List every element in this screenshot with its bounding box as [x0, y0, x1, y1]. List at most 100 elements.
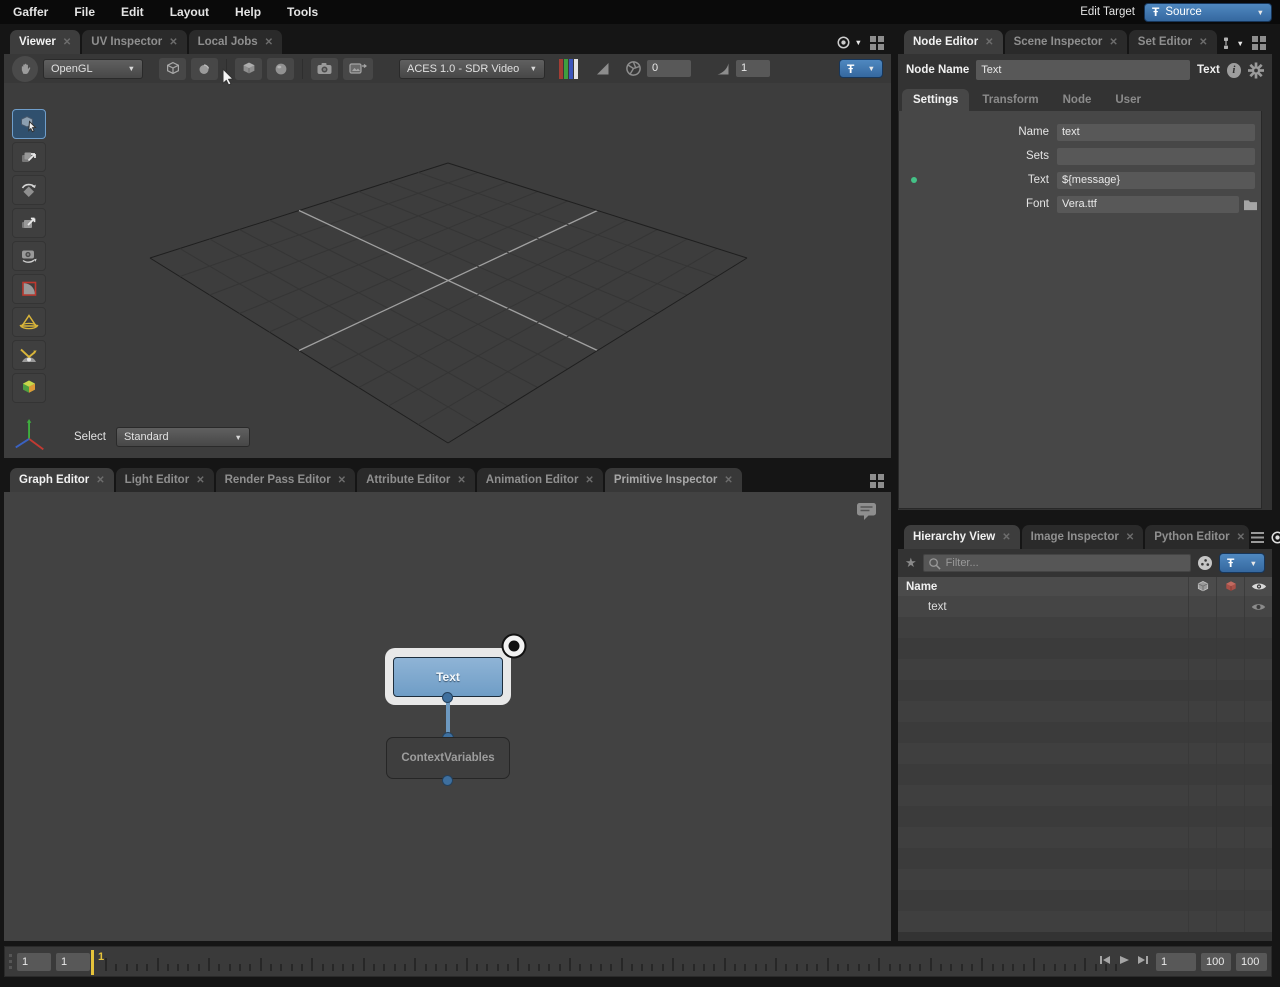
node-text[interactable]: Text — [393, 657, 503, 697]
tab-image-inspector[interactable]: Image Inspector✕ — [1022, 525, 1144, 549]
playhead[interactable] — [91, 950, 94, 975]
node-editor-mode-button[interactable]: ▼ — [1219, 37, 1244, 50]
layout-grid-icon[interactable] — [870, 36, 884, 50]
scene-focus-button[interactable]: ▼ — [1270, 530, 1280, 545]
rotate-tool-button[interactable] — [12, 175, 46, 205]
focus-indicator-icon[interactable] — [499, 631, 529, 661]
camera-settings-button[interactable] — [311, 58, 338, 80]
tab-transform[interactable]: Transform — [971, 89, 1049, 111]
hierarchy-row-text[interactable]: text — [898, 596, 1272, 617]
end-frame-field[interactable]: 100 — [1236, 953, 1267, 971]
graph-canvas[interactable]: Text ContextVariables — [4, 492, 891, 941]
close-icon[interactable]: ✕ — [169, 37, 177, 48]
info-icon[interactable]: i — [1227, 63, 1241, 78]
crop-window-tool-button[interactable] — [12, 274, 46, 304]
sets-field[interactable] — [1057, 148, 1255, 165]
renderer-dropdown[interactable]: OpenGL ▼ — [43, 59, 143, 79]
close-icon[interactable]: ✕ — [724, 475, 732, 486]
select-tool-button[interactable] — [12, 109, 46, 139]
close-icon[interactable]: ✕ — [63, 37, 71, 48]
play-icon[interactable] — [1118, 954, 1130, 966]
tab-attribute-editor[interactable]: Attribute Editor✕ — [357, 468, 475, 492]
close-icon[interactable]: ✕ — [585, 475, 593, 486]
layout-grid-icon[interactable] — [1252, 36, 1266, 50]
folder-icon[interactable] — [1243, 198, 1258, 211]
camera-tool-button[interactable] — [12, 241, 46, 271]
pan-tool-button[interactable] — [12, 56, 38, 82]
select-mode-dropdown[interactable]: Standard ▼ — [116, 427, 250, 447]
menu-tools[interactable]: Tools — [274, 5, 331, 19]
shading-mode-button[interactable] — [191, 58, 218, 80]
translate-tool-button[interactable] — [12, 142, 46, 172]
drawing-mode-button[interactable] — [159, 58, 186, 80]
tab-node-editor[interactable]: Node Editor✕ — [904, 30, 1003, 54]
tab-settings[interactable]: Settings — [902, 89, 969, 111]
menu-icon[interactable] — [1251, 532, 1264, 543]
tab-animation-editor[interactable]: Animation Editor✕ — [477, 468, 603, 492]
close-icon[interactable]: ✕ — [196, 475, 204, 486]
viewport-3d[interactable]: Select Standard ▼ — [4, 83, 891, 458]
tab-local-jobs[interactable]: Local Jobs✕ — [189, 30, 282, 54]
timeline-ruler[interactable] — [5, 947, 1115, 978]
tab-uv-inspector[interactable]: UV Inspector✕ — [82, 30, 186, 54]
column-visibility[interactable] — [1244, 577, 1272, 596]
range-start-field[interactable]: 1 — [1156, 953, 1196, 971]
range-end-field[interactable]: 100 — [1201, 953, 1231, 971]
node-name-field[interactable]: Text — [976, 60, 1190, 80]
filter-input[interactable] — [923, 554, 1191, 572]
cell-visibility[interactable] — [1244, 596, 1272, 617]
light-tool-button[interactable] — [12, 307, 46, 337]
display-transform-dropdown[interactable]: ACES 1.0 - SDR Video ▼ — [399, 59, 545, 79]
rgb-channels-icon[interactable] — [559, 59, 579, 79]
tab-python-editor[interactable]: Python Editor✕ — [1145, 525, 1249, 549]
name-field[interactable]: text — [1057, 124, 1255, 141]
bookmark-star-icon[interactable]: ★ — [905, 555, 917, 571]
menu-file[interactable]: File — [61, 5, 108, 19]
column-inclusions[interactable] — [1188, 577, 1216, 596]
viewer-pin-dropdown[interactable]: Ŧ ▼ — [839, 59, 883, 78]
node-context-output-plug[interactable] — [442, 775, 453, 786]
skip-to-end-icon[interactable] — [1137, 954, 1149, 966]
tab-hierarchy-view[interactable]: Hierarchy View✕ — [904, 525, 1020, 549]
gamma-field[interactable]: 1 — [736, 60, 770, 77]
tab-light-editor[interactable]: Light Editor✕ — [116, 468, 214, 492]
hierarchy-pin-dropdown[interactable]: Ŧ ▼ — [1219, 553, 1265, 573]
exposure-field[interactable]: 0 — [647, 60, 691, 77]
column-name[interactable]: Name — [898, 577, 1188, 596]
layout-grid-icon[interactable] — [870, 474, 884, 488]
image-comparison-button[interactable] — [343, 58, 373, 80]
tab-scene-inspector[interactable]: Scene Inspector✕ — [1005, 30, 1127, 54]
look-through-button[interactable]: ▼ — [836, 35, 862, 50]
close-icon[interactable]: ✕ — [1199, 37, 1207, 48]
edit-target-dropdown[interactable]: Ŧ Source ▼ — [1144, 3, 1272, 22]
text-field[interactable]: ${message} — [1057, 172, 1255, 189]
tab-user[interactable]: User — [1104, 89, 1152, 111]
tab-primitive-inspector[interactable]: Primitive Inspector✕ — [605, 468, 742, 492]
sphere-mode-button[interactable] — [267, 58, 294, 80]
gamma-icon[interactable] — [715, 61, 731, 77]
light-position-tool-button[interactable] — [12, 340, 46, 370]
exposure-icon[interactable] — [595, 61, 611, 77]
menu-gaffer[interactable]: Gaffer — [0, 5, 61, 19]
font-field[interactable]: Vera.ttf — [1057, 196, 1239, 213]
expansion-menu-icon[interactable] — [1197, 555, 1213, 571]
column-exclusions[interactable] — [1216, 577, 1244, 596]
close-icon[interactable]: ✕ — [338, 475, 346, 486]
tab-node[interactable]: Node — [1052, 89, 1103, 111]
annotation-icon[interactable] — [856, 502, 877, 521]
close-icon[interactable]: ✕ — [457, 475, 465, 486]
close-icon[interactable]: ✕ — [1237, 532, 1245, 543]
tab-set-editor[interactable]: Set Editor✕ — [1129, 30, 1217, 54]
scene-view-tool-button[interactable] — [12, 373, 46, 403]
skip-to-start-icon[interactable] — [1099, 954, 1111, 966]
cell-exclusions[interactable] — [1216, 596, 1244, 617]
menu-edit[interactable]: Edit — [108, 5, 157, 19]
node-text-output-plug[interactable] — [442, 692, 453, 703]
close-icon[interactable]: ✕ — [1002, 532, 1010, 543]
cell-inclusions[interactable] — [1188, 596, 1216, 617]
expansion-button[interactable] — [235, 58, 262, 80]
close-icon[interactable]: ✕ — [1126, 532, 1134, 543]
tab-graph-editor[interactable]: Graph Editor✕ — [10, 468, 114, 492]
tab-render-pass-editor[interactable]: Render Pass Editor✕ — [216, 468, 355, 492]
close-icon[interactable]: ✕ — [96, 475, 104, 486]
